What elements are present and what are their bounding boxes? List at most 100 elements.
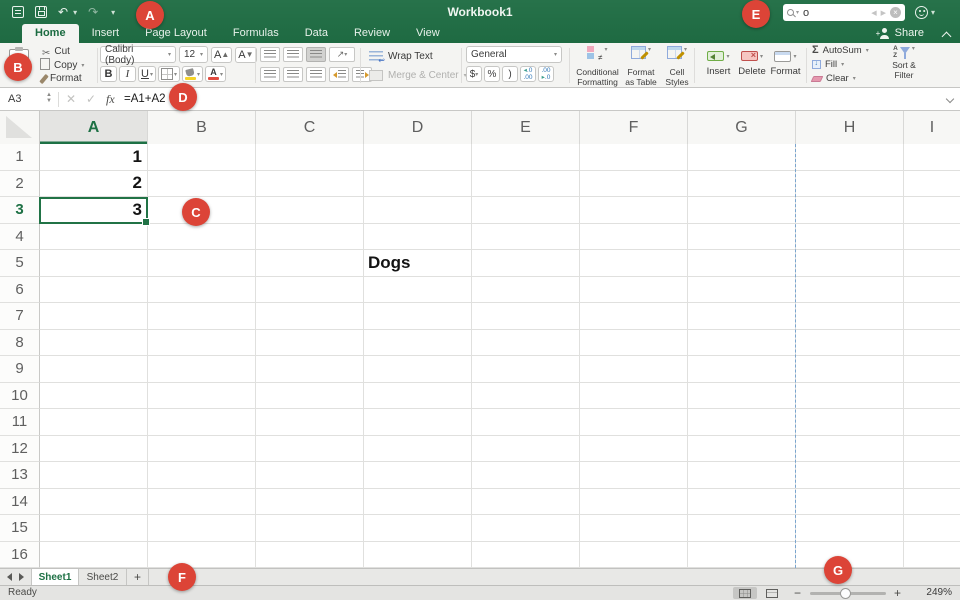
collapse-ribbon-icon[interactable]: [942, 31, 950, 39]
align-right-button[interactable]: [306, 67, 326, 82]
cell-G1[interactable]: [688, 144, 796, 171]
cell-B9[interactable]: [148, 356, 256, 383]
zoom-in-button[interactable]: +: [894, 586, 901, 600]
sheet-tab-sheet1[interactable]: Sheet1: [31, 569, 79, 585]
cell-E3[interactable]: [472, 197, 580, 224]
cell-G3[interactable]: [688, 197, 796, 224]
cell-I3[interactable]: [904, 197, 960, 224]
cell-H8[interactable]: [796, 330, 904, 357]
cell-F15[interactable]: [580, 515, 688, 542]
cell-E2[interactable]: [472, 171, 580, 198]
cell-B14[interactable]: [148, 489, 256, 516]
cell-A11[interactable]: [40, 409, 148, 436]
cell-A12[interactable]: [40, 436, 148, 463]
cell-F1[interactable]: [580, 144, 688, 171]
search-input[interactable]: o: [803, 7, 869, 19]
cell-B13[interactable]: [148, 462, 256, 489]
cell-E1[interactable]: [472, 144, 580, 171]
cell-D11[interactable]: [364, 409, 472, 436]
cell-B7[interactable]: [148, 303, 256, 330]
align-middle-button[interactable]: [283, 47, 303, 62]
cell-E5[interactable]: [472, 250, 580, 277]
search-scope-caret-icon[interactable]: [796, 9, 799, 16]
cell-H13[interactable]: [796, 462, 904, 489]
cell-H4[interactable]: [796, 224, 904, 251]
cell-F8[interactable]: [580, 330, 688, 357]
share-button[interactable]: + Share: [879, 27, 924, 39]
column-header-I[interactable]: I: [904, 111, 960, 144]
cell-A5[interactable]: [40, 250, 148, 277]
decrease-font-button[interactable]: A▼: [235, 47, 256, 63]
cell-H14[interactable]: [796, 489, 904, 516]
cell-E11[interactable]: [472, 409, 580, 436]
cell-C4[interactable]: [256, 224, 364, 251]
wrap-text-button[interactable]: Wrap Text: [369, 51, 433, 62]
cell-I12[interactable]: [904, 436, 960, 463]
decrease-decimal-button[interactable]: .00▸.0: [538, 66, 554, 82]
cell-H10[interactable]: [796, 383, 904, 410]
cell-B4[interactable]: [148, 224, 256, 251]
cell-G4[interactable]: [688, 224, 796, 251]
cell-D9[interactable]: [364, 356, 472, 383]
cell-G8[interactable]: [688, 330, 796, 357]
align-left-button[interactable]: [260, 67, 280, 82]
column-header-B[interactable]: B: [148, 111, 256, 144]
delete-cells-button[interactable]: Delete: [736, 43, 769, 88]
cell-A14[interactable]: [40, 489, 148, 516]
cell-G9[interactable]: [688, 356, 796, 383]
cell-F3[interactable]: [580, 197, 688, 224]
sheet-next-icon[interactable]: [19, 573, 24, 581]
cell-I1[interactable]: [904, 144, 960, 171]
cell-C12[interactable]: [256, 436, 364, 463]
sort-filter-button[interactable]: AZ Sort &Filter: [884, 45, 924, 80]
cell-B11[interactable]: [148, 409, 256, 436]
copy-button[interactable]: Copy: [42, 60, 84, 71]
cell-F10[interactable]: [580, 383, 688, 410]
comma-style-button[interactable]: ): [502, 66, 518, 82]
cell-F11[interactable]: [580, 409, 688, 436]
cell-F16[interactable]: [580, 542, 688, 569]
feedback-smiley[interactable]: [915, 6, 935, 19]
cell-I5[interactable]: [904, 250, 960, 277]
cell-D8[interactable]: [364, 330, 472, 357]
row-header-2[interactable]: 2: [0, 171, 40, 198]
formula-bar-expand-icon[interactable]: [947, 96, 954, 103]
cell-B12[interactable]: [148, 436, 256, 463]
bold-button[interactable]: B: [100, 66, 117, 82]
borders-button[interactable]: [158, 66, 180, 82]
cell-A10[interactable]: [40, 383, 148, 410]
row-header-15[interactable]: 15: [0, 515, 40, 542]
cell-I11[interactable]: [904, 409, 960, 436]
increase-font-button[interactable]: A▲: [211, 47, 232, 63]
cell-I10[interactable]: [904, 383, 960, 410]
cell-A2[interactable]: 2: [40, 171, 148, 198]
cell-D5[interactable]: Dogs: [364, 250, 472, 277]
decrease-indent-button[interactable]: [329, 67, 349, 82]
align-bottom-button[interactable]: [306, 47, 326, 62]
format-as-table-button[interactable]: Formatas Table: [621, 43, 661, 88]
column-header-D[interactable]: D: [364, 111, 472, 144]
font-color-button[interactable]: A: [205, 66, 226, 82]
column-header-C[interactable]: C: [256, 111, 364, 144]
cell-E16[interactable]: [472, 542, 580, 569]
cell-E4[interactable]: [472, 224, 580, 251]
cell-D10[interactable]: [364, 383, 472, 410]
zoom-slider-knob[interactable]: [840, 588, 851, 599]
align-center-button[interactable]: [283, 67, 303, 82]
add-sheet-button[interactable]: +: [127, 569, 149, 585]
cell-D12[interactable]: [364, 436, 472, 463]
italic-button[interactable]: I: [119, 66, 136, 82]
cell-C2[interactable]: [256, 171, 364, 198]
cell-B1[interactable]: [148, 144, 256, 171]
cell-C13[interactable]: [256, 462, 364, 489]
orientation-button[interactable]: ↗: [329, 47, 355, 62]
sheet-tab-sheet2[interactable]: Sheet2: [79, 569, 127, 585]
cell-C10[interactable]: [256, 383, 364, 410]
row-header-6[interactable]: 6: [0, 277, 40, 304]
font-family-select[interactable]: Calibri (Body): [100, 46, 176, 63]
row-header-9[interactable]: 9: [0, 356, 40, 383]
cell-C5[interactable]: [256, 250, 364, 277]
cell-B16[interactable]: [148, 542, 256, 569]
cell-C11[interactable]: [256, 409, 364, 436]
row-header-10[interactable]: 10: [0, 383, 40, 410]
